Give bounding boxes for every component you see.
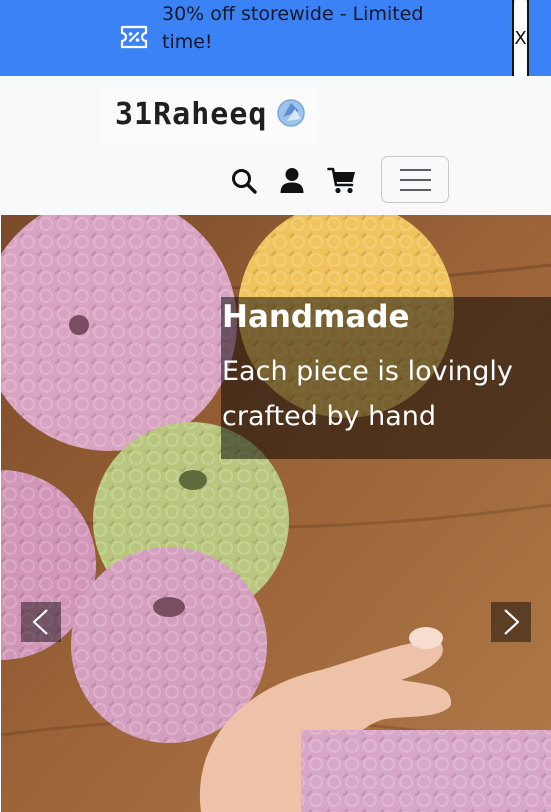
cart-icon[interactable] [327,166,357,196]
menu-icon [400,169,431,171]
close-promo-button[interactable]: X [512,0,529,79]
search-icon[interactable] [229,166,259,196]
caption-text: Each piece is lovingly crafted by hand [222,356,513,432]
site-header: 31Raheeq [0,76,551,215]
user-icon[interactable] [277,166,307,196]
menu-toggle-button[interactable] [381,156,449,203]
discount-ticket-icon [120,25,148,49]
chevron-left-icon [32,609,48,635]
promo-text: 30% off storewide - Limited time! [162,3,424,53]
chevron-right-icon [504,609,520,635]
promo-banner: 30% off storewide - Limited time! X [0,0,551,79]
logo[interactable]: 31Raheeq [102,87,317,145]
caption-title: Handmade [222,299,410,335]
carousel-prev-button[interactable] [21,602,61,642]
carousel-caption: Handmade Each piece is lovingly crafted … [221,297,551,459]
logo-mark-icon [277,99,305,127]
logo-text: 31Raheeq [115,97,268,132]
carousel-next-button[interactable] [491,602,531,642]
hero-carousel: Handmade Each piece is lovingly crafted … [1,215,551,812]
